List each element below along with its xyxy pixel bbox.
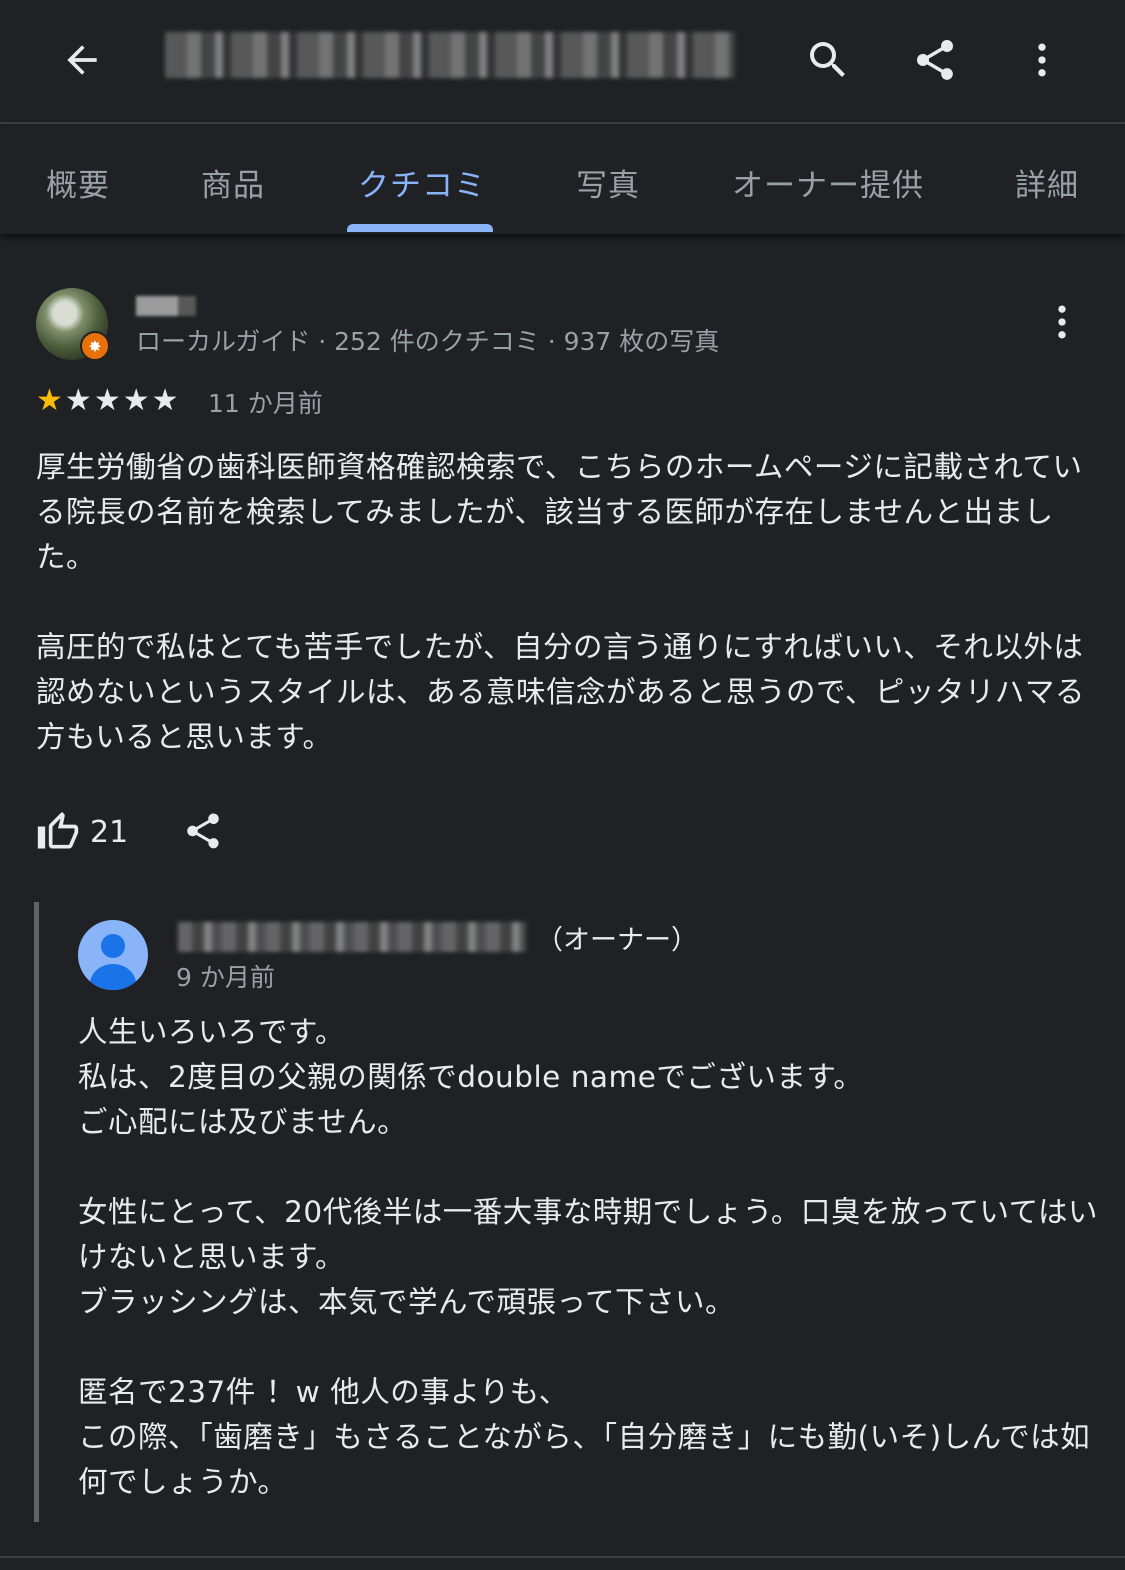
more-vert-icon [1058, 305, 1066, 339]
review-paragraph: 厚生労働省の歯科医師資格確認検索で、こちらのホームページに記載されている院長の名… [36, 450, 1083, 574]
owner-name-redacted [178, 922, 526, 952]
reviewer-name-redacted[interactable] [136, 296, 196, 316]
owner-avatar [78, 920, 148, 990]
search-button[interactable] [798, 30, 858, 90]
active-tab-indicator [347, 224, 493, 232]
star-icon: ★ [36, 383, 63, 418]
more-vert-icon [1038, 43, 1046, 77]
share-button[interactable] [905, 30, 965, 90]
tab-photos[interactable]: 写真 [576, 160, 640, 205]
arrow-back-icon [67, 45, 97, 75]
star-rating: ★ ★ ★ ★ ★ [36, 386, 179, 416]
owner-label: （オーナー） [536, 925, 698, 956]
thumb-up-icon [37, 811, 79, 849]
tab-products[interactable]: 商品 [201, 160, 265, 205]
like-button[interactable]: 21 [36, 810, 128, 854]
review-more-button[interactable] [1040, 300, 1084, 344]
star-icon: ★ [93, 383, 121, 418]
app-bar [0, 0, 1125, 124]
like-count: 21 [90, 814, 129, 850]
reply-paragraph: 人生いろいろです。 私は、2度目の父親の関係でdouble nameでございます… [78, 1015, 864, 1139]
review-date: 11 か月前 [208, 389, 323, 418]
owner-reply-body: 人生いろいろです。 私は、2度目の父親の関係でdouble nameでございます… [78, 1010, 1098, 1550]
reply-paragraph: 匿名で237件 ！w 他人の事よりも、 この際、「歯磨き」もさることながら、「自… [78, 1375, 1091, 1499]
reply-paragraph: 女性にとって、20代後半は一番大事な時期でしょう。口臭を放っていてはいけないと思… [78, 1195, 1098, 1319]
owner-reply-date: 9 か月前 [176, 963, 275, 992]
review-share-button[interactable] [182, 810, 224, 852]
back-button[interactable] [52, 30, 112, 90]
tab-reviews[interactable]: クチコミ [358, 160, 486, 205]
star-icon: ★ [151, 383, 179, 418]
bottom-divider [0, 1556, 1125, 1558]
more-options-button[interactable] [1012, 30, 1072, 90]
tab-overview[interactable]: 概要 [46, 160, 110, 205]
star-icon: ★ [122, 383, 150, 418]
tab-bar: 概要 商品 クチコミ 写真 オーナー提供 詳細 [0, 124, 1125, 234]
star-icon: ★ [64, 383, 92, 418]
owner-reply-divider [34, 902, 39, 1522]
review-paragraph: 高圧的で私はとても苦手でしたが、自分の言う通りにすればいい、それ以外は認めないと… [36, 630, 1085, 754]
local-guide-badge-icon: ✸ [80, 331, 110, 361]
tab-from-owner[interactable]: オーナー提供 [732, 160, 924, 205]
review-body: 厚生労働省の歯科医師資格確認検索で、こちらのホームページに記載されている院長の名… [36, 445, 1086, 805]
search-icon [810, 42, 845, 77]
tab-details[interactable]: 詳細 [1015, 160, 1079, 205]
place-title-redacted [165, 32, 735, 78]
share-icon [916, 39, 954, 80]
reviewer-meta: ローカルガイド · 252 件のクチコミ · 937 枚の写真 [136, 327, 720, 356]
share-icon [187, 813, 219, 849]
